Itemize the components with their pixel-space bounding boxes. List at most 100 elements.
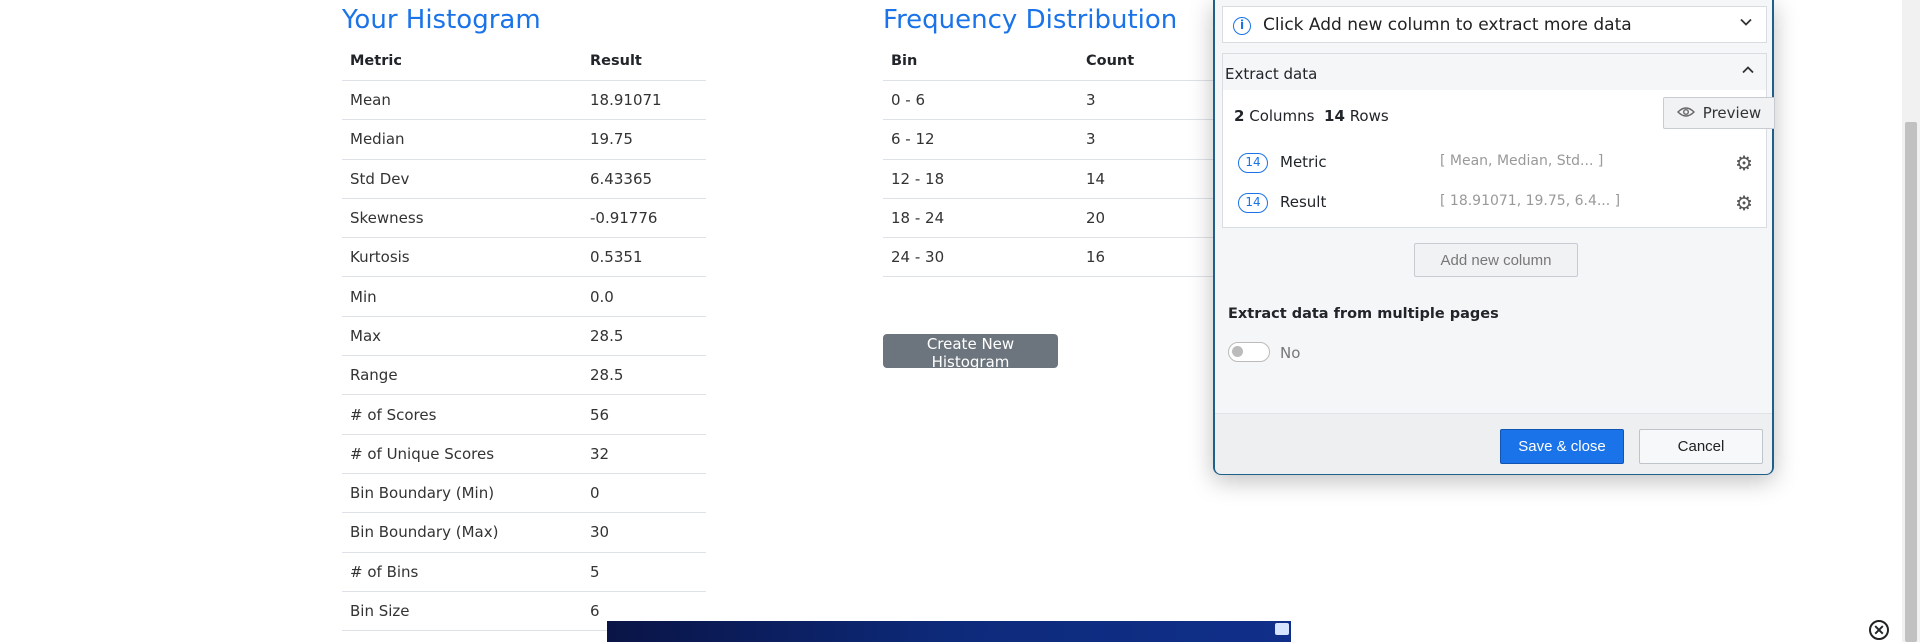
column-values-preview: [ 18.91071, 19.75, 6.4... ] — [1440, 193, 1621, 209]
table-row: Bin Boundary (Min) 0 — [342, 473, 706, 514]
multi-page-label: Extract data from multiple pages — [1228, 306, 1499, 322]
histogram-table: Metric Result Mean 18.91071 Median 19.75 Std… — [342, 42, 706, 632]
preview-button[interactable]: Preview — [1663, 97, 1775, 129]
columns-label: Columns — [1249, 107, 1315, 125]
chevron-down-icon[interactable] — [1738, 14, 1754, 34]
table-row: 6 - 12 3 — [883, 119, 1213, 160]
row-label-cell: # of Bins — [342, 552, 582, 592]
chevron-up-icon[interactable] — [1740, 62, 1756, 82]
row-label-cell: 18 - 24 — [883, 198, 1078, 239]
table-row: # of Unique Scores 32 — [342, 434, 706, 474]
column-header: Metric — [342, 42, 582, 81]
row-value-cell: 6.43365 — [582, 159, 706, 199]
row-value-cell: -0.91776 — [582, 198, 706, 239]
row-value-cell: 16 — [1078, 237, 1213, 278]
extract-data-title: Extract data — [1225, 65, 1318, 83]
table-row: Mean 18.91071 — [342, 80, 706, 121]
row-value-cell: 18.91071 — [582, 80, 706, 121]
row-value-cell: 5 — [582, 552, 706, 592]
row-label-cell: Median — [342, 119, 582, 160]
gear-icon[interactable]: ⚙ — [1735, 191, 1753, 215]
gear-icon[interactable]: ⚙ — [1735, 151, 1753, 175]
table-row: Kurtosis 0.5351 — [342, 237, 706, 278]
table-row: # of Scores 56 — [342, 394, 706, 435]
rows-label: Rows — [1349, 107, 1389, 125]
column-count-badge: 14 — [1238, 193, 1268, 213]
row-label-cell: Bin Boundary (Min) — [342, 473, 582, 514]
table-row: Skewness -0.91776 — [342, 198, 706, 239]
row-value-cell: 32 — [582, 434, 706, 474]
row-label-cell: # of Unique Scores — [342, 434, 582, 474]
column-header: Result — [582, 42, 706, 81]
scrollbar-thumb[interactable] — [1905, 122, 1917, 642]
table-row: Range 28.5 — [342, 355, 706, 396]
ad-choices-icon[interactable] — [1275, 623, 1289, 635]
row-value-cell: 20 — [1078, 198, 1213, 239]
row-label-cell: 0 - 6 — [883, 80, 1078, 121]
row-label-cell: Min — [342, 276, 582, 317]
close-icon[interactable]: ✕ — [1869, 620, 1889, 640]
page-scrollbar[interactable] — [1902, 0, 1920, 642]
table-row: 24 - 30 16 — [883, 237, 1213, 278]
info-banner[interactable]: i Click Add new column to extract more d… — [1222, 6, 1767, 43]
row-label-cell: Bin Size — [342, 591, 582, 632]
table-row: Median 19.75 — [342, 119, 706, 160]
table-header-row: Bin Count — [883, 42, 1213, 81]
info-icon: i — [1233, 17, 1251, 35]
table-row: Min 0.0 — [342, 276, 706, 317]
row-value-cell: 28.5 — [582, 316, 706, 357]
rows-count: 14 — [1324, 107, 1345, 125]
row-value-cell: 14 — [1078, 159, 1213, 199]
row-value-cell: 0.5351 — [582, 237, 706, 278]
row-label-cell: Range — [342, 355, 582, 396]
create-new-histogram-button[interactable]: Create New Histogram — [883, 334, 1058, 371]
eye-icon — [1676, 104, 1695, 122]
frequency-title: Frequency Distribution — [883, 5, 1178, 35]
row-label-cell: Max — [342, 316, 582, 357]
row-label-cell: 12 - 18 — [883, 159, 1078, 199]
table-header-row: Metric Result — [342, 42, 706, 81]
row-label-cell: Bin Boundary (Max) — [342, 512, 582, 553]
columns-count: 2 — [1234, 107, 1245, 125]
row-value-cell: 28.5 — [582, 355, 706, 396]
column-header: Count — [1078, 42, 1213, 81]
extract-data-header[interactable]: Extract data — [1223, 54, 1766, 90]
row-label-cell: 24 - 30 — [883, 237, 1078, 278]
extract-data-section: Extract data 2 Columns 14 Rows Preview 1… — [1222, 53, 1775, 228]
advertisement-banner[interactable] — [607, 621, 1291, 642]
column-row-counts: 2 Columns 14 Rows — [1234, 107, 1389, 125]
row-value-cell: 56 — [582, 394, 706, 435]
multi-page-toggle[interactable] — [1228, 342, 1270, 362]
column-header: Bin — [883, 42, 1078, 81]
table-row: 18 - 24 20 — [883, 198, 1213, 239]
cancel-button[interactable]: Cancel — [1639, 429, 1763, 464]
frequency-table: Bin Count 0 - 636 - 12 3 12 - 18 14 18 - 24 2… — [883, 42, 1213, 278]
row-label-cell: Kurtosis — [342, 237, 582, 278]
add-new-column-button[interactable]: Add new column — [1414, 243, 1578, 277]
row-value-cell: 3 — [1078, 119, 1213, 160]
preview-label: Preview — [1702, 104, 1762, 122]
column-name: Result — [1280, 193, 1327, 211]
save-close-button[interactable]: Save & close — [1500, 429, 1624, 464]
extract-data-panel: i Click Add new column to extract more d… — [1213, 0, 1775, 475]
table-row: Std Dev 6.43365 — [342, 159, 706, 199]
column-name: Metric — [1280, 153, 1327, 171]
column-count-badge: 14 — [1238, 153, 1268, 173]
info-text: Click Add new column to extract more dat… — [1263, 15, 1632, 35]
row-label-cell: Mean — [342, 80, 582, 121]
row-label-cell: 6 - 12 — [883, 119, 1078, 160]
table-row: # of Bins 5 — [342, 552, 706, 592]
row-value-cell: 19.75 — [582, 119, 706, 160]
histogram-title: Your Histogram — [342, 5, 541, 35]
row-label-cell: Std Dev — [342, 159, 582, 199]
table-row: Bin Boundary (Max) 30 — [342, 512, 706, 553]
table-row: 0 - 63 — [883, 80, 1213, 121]
row-label-cell: # of Scores — [342, 394, 582, 435]
row-value-cell: 30 — [582, 512, 706, 553]
table-row: 12 - 18 14 — [883, 159, 1213, 199]
extracted-column-row: 14 Metric [ Mean, Median, Std... ] ⚙ — [1238, 151, 1758, 175]
row-value-cell: 3 — [1078, 80, 1213, 121]
row-value-cell: 0 — [582, 473, 706, 514]
table-row: Max 28.5 — [342, 316, 706, 357]
extracted-column-row: 14 Result [ 18.91071, 19.75, 6.4... ] ⚙ — [1238, 191, 1758, 215]
